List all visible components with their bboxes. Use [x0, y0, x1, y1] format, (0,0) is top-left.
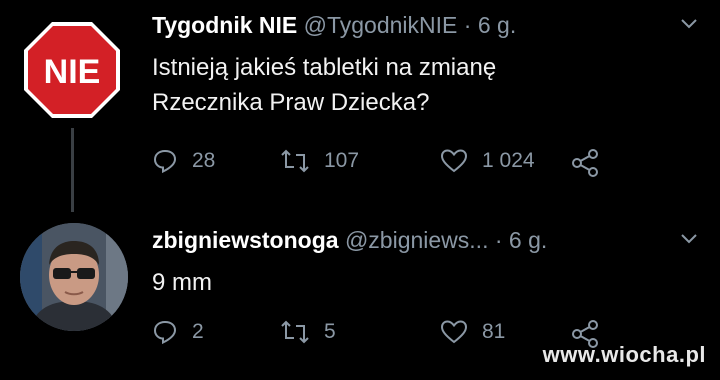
- reply-count: 2: [192, 320, 204, 343]
- like-button[interactable]: 81: [440, 319, 505, 345]
- site-watermark: www.wiocha.pl: [542, 342, 706, 367]
- retweet-count: 107: [324, 149, 360, 172]
- reply-count: 28: [192, 149, 216, 172]
- tweet-header: zbigniewstonoga @zbigniews... · 6 g.: [152, 227, 547, 254]
- heart-icon: [440, 320, 468, 344]
- tweet-header: Tygodnik NIE @TygodnikNIE · 6 g.: [152, 12, 516, 39]
- reply-icon: [153, 149, 177, 174]
- profile-photo: [20, 223, 128, 331]
- retweet-button[interactable]: 5: [280, 319, 336, 345]
- like-count: 81: [482, 320, 506, 343]
- author-handle[interactable]: @TygodnikNIE: [304, 12, 458, 38]
- timestamp[interactable]: 6 g.: [509, 227, 547, 253]
- separator: ·: [463, 12, 472, 38]
- retweet-icon: [281, 320, 309, 344]
- share-button[interactable]: [570, 148, 614, 178]
- tweet-text-line: Rzecznika Praw Dziecka?: [152, 89, 430, 116]
- avatar-tygodnik-nie[interactable]: NIE: [22, 20, 122, 120]
- retweet-icon: [281, 149, 309, 173]
- tweet-text-line: 9 mm: [152, 269, 212, 296]
- tweet-1[interactable]: NIE Tygodnik NIE @TygodnikNIE · 6 g. Ist…: [0, 0, 720, 215]
- tweet-text: Istnieją jakieś tabletki na zmianę Rzecz…: [152, 50, 632, 120]
- retweet-button[interactable]: 107: [280, 148, 359, 174]
- like-count: 1 024: [482, 149, 535, 172]
- stop-sign-logo: NIE: [24, 22, 120, 118]
- author-handle[interactable]: @zbigniews...: [345, 227, 489, 253]
- reply-button[interactable]: 2: [152, 319, 204, 345]
- heart-icon: [440, 149, 468, 173]
- separator: ·: [494, 227, 503, 253]
- chevron-down-icon[interactable]: [680, 233, 698, 245]
- like-button[interactable]: 1 024: [440, 148, 535, 174]
- tweet-text: 9 mm: [152, 265, 212, 300]
- author-name[interactable]: zbigniewstonoga: [152, 227, 339, 253]
- tweet-actions: 28 107 1 024: [152, 148, 622, 178]
- avatar-zbigniewstonoga[interactable]: [20, 223, 128, 331]
- retweet-count: 5: [324, 320, 336, 343]
- reply-icon: [153, 320, 177, 345]
- timestamp[interactable]: 6 g.: [478, 12, 516, 38]
- share-icon: [572, 149, 598, 177]
- author-name[interactable]: Tygodnik NIE: [152, 12, 297, 38]
- chevron-down-icon[interactable]: [680, 18, 698, 30]
- thread-connector-line: [71, 128, 74, 212]
- tweet-text-line: Istnieją jakieś tabletki na zmianę: [152, 54, 497, 81]
- reply-button[interactable]: 28: [152, 148, 215, 174]
- svg-text:NIE: NIE: [44, 53, 101, 91]
